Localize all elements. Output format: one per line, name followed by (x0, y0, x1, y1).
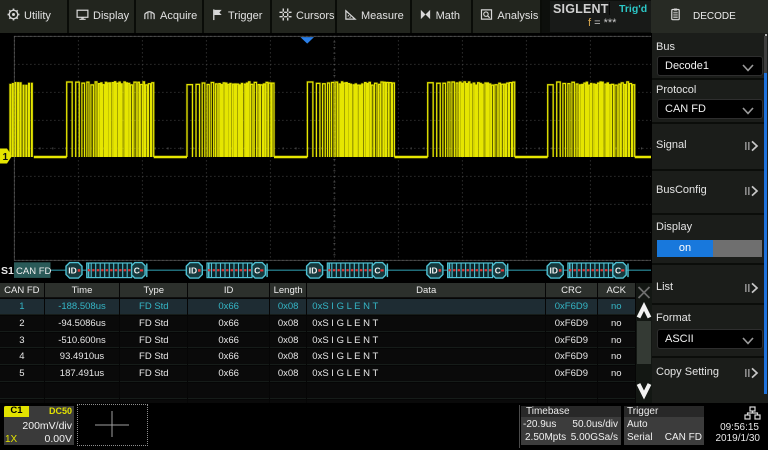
svg-text:C: C (374, 266, 380, 276)
svg-text:C: C (495, 266, 501, 276)
svg-text:CAN FD: CAN FD (16, 266, 52, 277)
svg-text:ID: ID (68, 266, 77, 276)
svg-text:ID: ID (189, 266, 198, 276)
svg-text:ID: ID (550, 266, 559, 276)
svg-text:C: C (615, 266, 621, 276)
svg-text:C: C (254, 266, 260, 276)
svg-text:S1: S1 (1, 265, 14, 277)
svg-text:ID: ID (309, 266, 318, 276)
svg-text:1: 1 (3, 152, 9, 163)
svg-text:ID: ID (429, 266, 438, 276)
svg-text:C: C (134, 266, 140, 276)
